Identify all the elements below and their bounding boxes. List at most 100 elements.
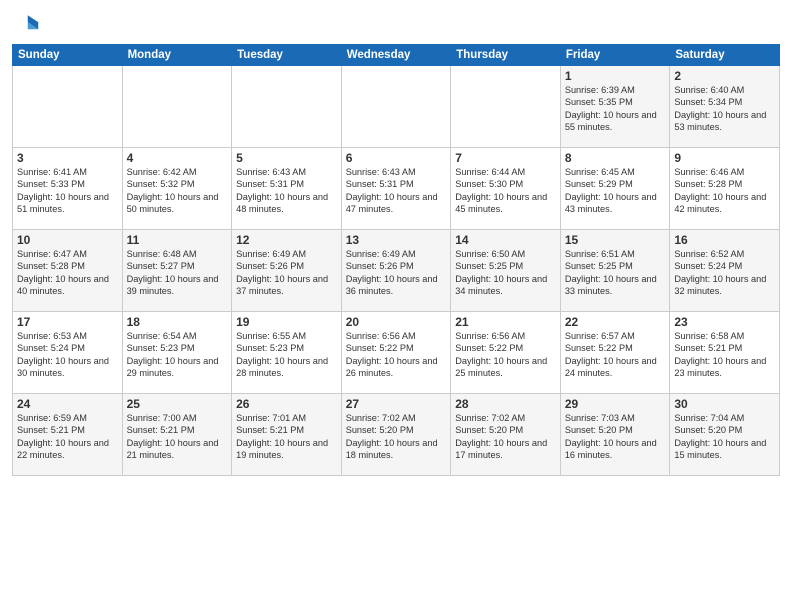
week-row-5: 24Sunrise: 6:59 AM Sunset: 5:21 PM Dayli…: [13, 394, 780, 476]
logo-icon: [12, 10, 40, 38]
day-number: 22: [565, 315, 666, 329]
day-details: Sunrise: 6:46 AM Sunset: 5:28 PM Dayligh…: [674, 166, 775, 216]
day-details: Sunrise: 6:52 AM Sunset: 5:24 PM Dayligh…: [674, 248, 775, 298]
day-number: 7: [455, 151, 556, 165]
day-number: 13: [346, 233, 447, 247]
day-details: Sunrise: 7:03 AM Sunset: 5:20 PM Dayligh…: [565, 412, 666, 462]
day-cell: 22Sunrise: 6:57 AM Sunset: 5:22 PM Dayli…: [560, 312, 670, 394]
header-row-days: SundayMondayTuesdayWednesdayThursdayFrid…: [13, 45, 780, 66]
day-details: Sunrise: 6:58 AM Sunset: 5:21 PM Dayligh…: [674, 330, 775, 380]
day-number: 2: [674, 69, 775, 83]
day-number: 21: [455, 315, 556, 329]
day-details: Sunrise: 7:02 AM Sunset: 5:20 PM Dayligh…: [346, 412, 447, 462]
day-cell: 13Sunrise: 6:49 AM Sunset: 5:26 PM Dayli…: [341, 230, 451, 312]
week-row-1: 1Sunrise: 6:39 AM Sunset: 5:35 PM Daylig…: [13, 66, 780, 148]
day-cell: 21Sunrise: 6:56 AM Sunset: 5:22 PM Dayli…: [451, 312, 561, 394]
day-cell: [341, 66, 451, 148]
day-cell: 6Sunrise: 6:43 AM Sunset: 5:31 PM Daylig…: [341, 148, 451, 230]
header-cell-friday: Friday: [560, 45, 670, 66]
day-number: 26: [236, 397, 337, 411]
day-cell: 17Sunrise: 6:53 AM Sunset: 5:24 PM Dayli…: [13, 312, 123, 394]
header-cell-thursday: Thursday: [451, 45, 561, 66]
day-cell: 7Sunrise: 6:44 AM Sunset: 5:30 PM Daylig…: [451, 148, 561, 230]
day-details: Sunrise: 7:02 AM Sunset: 5:20 PM Dayligh…: [455, 412, 556, 462]
header-cell-tuesday: Tuesday: [232, 45, 342, 66]
day-cell: 2Sunrise: 6:40 AM Sunset: 5:34 PM Daylig…: [670, 66, 780, 148]
day-number: 12: [236, 233, 337, 247]
day-number: 23: [674, 315, 775, 329]
day-number: 1: [565, 69, 666, 83]
day-cell: [451, 66, 561, 148]
day-cell: 25Sunrise: 7:00 AM Sunset: 5:21 PM Dayli…: [122, 394, 232, 476]
day-details: Sunrise: 7:01 AM Sunset: 5:21 PM Dayligh…: [236, 412, 337, 462]
day-cell: 4Sunrise: 6:42 AM Sunset: 5:32 PM Daylig…: [122, 148, 232, 230]
day-cell: [122, 66, 232, 148]
day-number: 30: [674, 397, 775, 411]
day-cell: 3Sunrise: 6:41 AM Sunset: 5:33 PM Daylig…: [13, 148, 123, 230]
week-row-3: 10Sunrise: 6:47 AM Sunset: 5:28 PM Dayli…: [13, 230, 780, 312]
day-cell: 12Sunrise: 6:49 AM Sunset: 5:26 PM Dayli…: [232, 230, 342, 312]
day-cell: 15Sunrise: 6:51 AM Sunset: 5:25 PM Dayli…: [560, 230, 670, 312]
day-number: 15: [565, 233, 666, 247]
calendar-table: SundayMondayTuesdayWednesdayThursdayFrid…: [12, 44, 780, 476]
day-number: 11: [127, 233, 228, 247]
day-cell: 27Sunrise: 7:02 AM Sunset: 5:20 PM Dayli…: [341, 394, 451, 476]
day-details: Sunrise: 6:56 AM Sunset: 5:22 PM Dayligh…: [346, 330, 447, 380]
day-number: 18: [127, 315, 228, 329]
day-details: Sunrise: 6:53 AM Sunset: 5:24 PM Dayligh…: [17, 330, 118, 380]
day-details: Sunrise: 6:41 AM Sunset: 5:33 PM Dayligh…: [17, 166, 118, 216]
day-details: Sunrise: 7:00 AM Sunset: 5:21 PM Dayligh…: [127, 412, 228, 462]
day-cell: [13, 66, 123, 148]
day-number: 27: [346, 397, 447, 411]
day-details: Sunrise: 6:48 AM Sunset: 5:27 PM Dayligh…: [127, 248, 228, 298]
week-row-2: 3Sunrise: 6:41 AM Sunset: 5:33 PM Daylig…: [13, 148, 780, 230]
day-cell: 19Sunrise: 6:55 AM Sunset: 5:23 PM Dayli…: [232, 312, 342, 394]
header-cell-sunday: Sunday: [13, 45, 123, 66]
day-details: Sunrise: 7:04 AM Sunset: 5:20 PM Dayligh…: [674, 412, 775, 462]
day-number: 10: [17, 233, 118, 247]
day-number: 6: [346, 151, 447, 165]
page-container: SundayMondayTuesdayWednesdayThursdayFrid…: [0, 0, 792, 484]
calendar-body: 1Sunrise: 6:39 AM Sunset: 5:35 PM Daylig…: [13, 66, 780, 476]
day-cell: 18Sunrise: 6:54 AM Sunset: 5:23 PM Dayli…: [122, 312, 232, 394]
day-cell: 23Sunrise: 6:58 AM Sunset: 5:21 PM Dayli…: [670, 312, 780, 394]
day-number: 29: [565, 397, 666, 411]
day-number: 16: [674, 233, 775, 247]
day-details: Sunrise: 6:49 AM Sunset: 5:26 PM Dayligh…: [236, 248, 337, 298]
day-details: Sunrise: 6:49 AM Sunset: 5:26 PM Dayligh…: [346, 248, 447, 298]
header-cell-wednesday: Wednesday: [341, 45, 451, 66]
week-row-4: 17Sunrise: 6:53 AM Sunset: 5:24 PM Dayli…: [13, 312, 780, 394]
day-number: 28: [455, 397, 556, 411]
day-details: Sunrise: 6:54 AM Sunset: 5:23 PM Dayligh…: [127, 330, 228, 380]
day-details: Sunrise: 6:43 AM Sunset: 5:31 PM Dayligh…: [346, 166, 447, 216]
day-number: 25: [127, 397, 228, 411]
day-cell: 24Sunrise: 6:59 AM Sunset: 5:21 PM Dayli…: [13, 394, 123, 476]
day-details: Sunrise: 6:59 AM Sunset: 5:21 PM Dayligh…: [17, 412, 118, 462]
day-cell: 30Sunrise: 7:04 AM Sunset: 5:20 PM Dayli…: [670, 394, 780, 476]
day-details: Sunrise: 6:50 AM Sunset: 5:25 PM Dayligh…: [455, 248, 556, 298]
day-cell: 1Sunrise: 6:39 AM Sunset: 5:35 PM Daylig…: [560, 66, 670, 148]
calendar-header: SundayMondayTuesdayWednesdayThursdayFrid…: [13, 45, 780, 66]
day-number: 24: [17, 397, 118, 411]
day-number: 19: [236, 315, 337, 329]
day-cell: 8Sunrise: 6:45 AM Sunset: 5:29 PM Daylig…: [560, 148, 670, 230]
day-details: Sunrise: 6:40 AM Sunset: 5:34 PM Dayligh…: [674, 84, 775, 134]
day-details: Sunrise: 6:39 AM Sunset: 5:35 PM Dayligh…: [565, 84, 666, 134]
logo: [12, 10, 44, 38]
day-details: Sunrise: 6:51 AM Sunset: 5:25 PM Dayligh…: [565, 248, 666, 298]
day-details: Sunrise: 6:56 AM Sunset: 5:22 PM Dayligh…: [455, 330, 556, 380]
header-cell-monday: Monday: [122, 45, 232, 66]
day-cell: 5Sunrise: 6:43 AM Sunset: 5:31 PM Daylig…: [232, 148, 342, 230]
day-details: Sunrise: 6:43 AM Sunset: 5:31 PM Dayligh…: [236, 166, 337, 216]
day-cell: 28Sunrise: 7:02 AM Sunset: 5:20 PM Dayli…: [451, 394, 561, 476]
day-details: Sunrise: 6:55 AM Sunset: 5:23 PM Dayligh…: [236, 330, 337, 380]
day-cell: 26Sunrise: 7:01 AM Sunset: 5:21 PM Dayli…: [232, 394, 342, 476]
day-cell: 16Sunrise: 6:52 AM Sunset: 5:24 PM Dayli…: [670, 230, 780, 312]
day-details: Sunrise: 6:57 AM Sunset: 5:22 PM Dayligh…: [565, 330, 666, 380]
day-number: 3: [17, 151, 118, 165]
day-details: Sunrise: 6:42 AM Sunset: 5:32 PM Dayligh…: [127, 166, 228, 216]
day-cell: 20Sunrise: 6:56 AM Sunset: 5:22 PM Dayli…: [341, 312, 451, 394]
header-cell-saturday: Saturday: [670, 45, 780, 66]
day-number: 20: [346, 315, 447, 329]
day-number: 14: [455, 233, 556, 247]
